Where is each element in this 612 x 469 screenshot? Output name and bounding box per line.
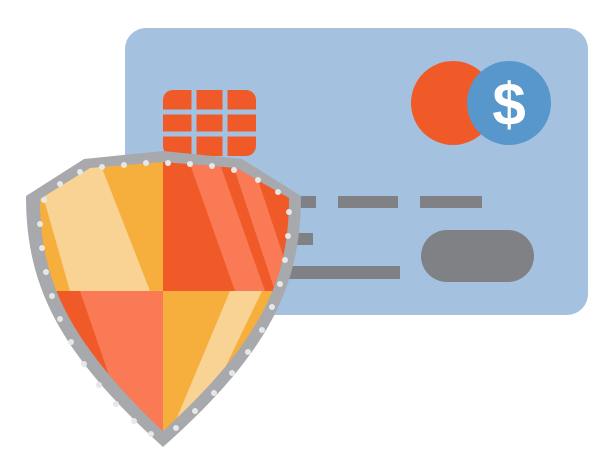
dollar-sign-icon: $ <box>492 71 525 138</box>
illustration-svg: $ <box>26 28 588 447</box>
card-pill-shape <box>421 230 534 282</box>
payment-logo: $ <box>411 61 551 145</box>
shield-icon <box>26 151 301 447</box>
shield-field <box>40 162 289 431</box>
credit-card-security-illustration: $ <box>0 0 612 469</box>
chip-icon <box>163 90 256 156</box>
